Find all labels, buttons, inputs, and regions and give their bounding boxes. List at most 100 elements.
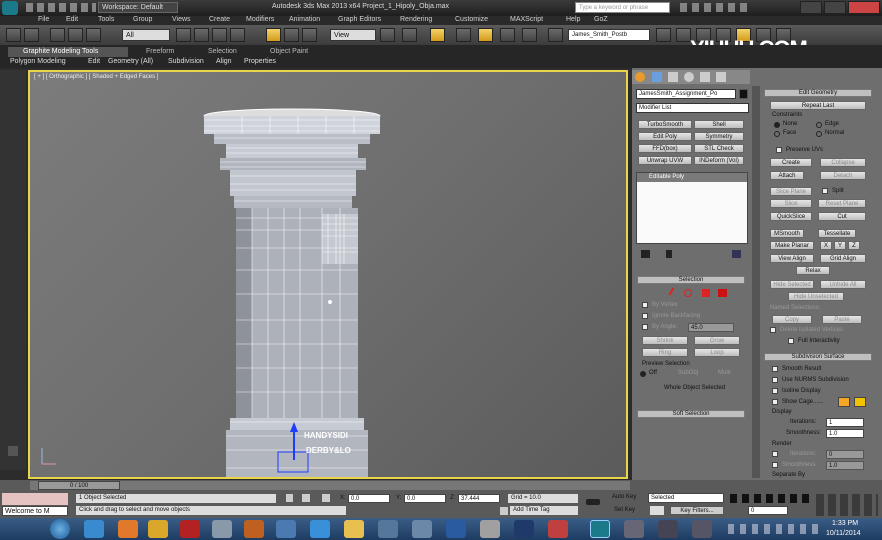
- taskbar-3dsmax-icon[interactable]: [590, 520, 610, 538]
- display-tab-icon[interactable]: [700, 72, 710, 82]
- subtab-edit[interactable]: Edit: [88, 58, 100, 65]
- angle-spinner[interactable]: 45.0: [688, 323, 734, 332]
- motion-tab-icon[interactable]: [684, 72, 694, 82]
- snaps-toggle-icon[interactable]: [456, 28, 471, 42]
- maximize-button[interactable]: [824, 1, 846, 14]
- selection-rollout-header[interactable]: Selection: [637, 276, 745, 284]
- selection-filter-dropdown[interactable]: All: [122, 29, 170, 41]
- taskbar-filezilla-icon[interactable]: [180, 520, 200, 538]
- tab-selection[interactable]: Selection: [208, 48, 237, 55]
- relax-button[interactable]: Relax: [796, 266, 830, 275]
- taskbar-app4-icon[interactable]: [446, 520, 466, 538]
- select-rotate-icon[interactable]: [284, 28, 299, 42]
- render-smoothness-checkbox[interactable]: [772, 462, 778, 468]
- taskbar-media-icon[interactable]: [244, 520, 264, 538]
- absolute-mode-icon[interactable]: [322, 494, 330, 502]
- quickslice-button[interactable]: QuickSlice: [770, 212, 812, 221]
- show-end-result-icon[interactable]: [666, 250, 672, 258]
- constraint-edge-radio[interactable]: [816, 122, 822, 128]
- select-move-icon[interactable]: [266, 28, 281, 42]
- select-scale-icon[interactable]: [302, 28, 317, 42]
- timeline-thumb[interactable]: 0 / 100: [38, 481, 120, 490]
- cage-color-swatch-2[interactable]: [854, 397, 866, 407]
- msmooth-button[interactable]: MSmooth: [770, 229, 804, 238]
- copy-button[interactable]: Copy: [772, 315, 812, 324]
- left-scroll-arrow-icon[interactable]: [8, 446, 18, 456]
- preview-off-radio[interactable]: [640, 371, 646, 377]
- hide-selected-button[interactable]: Hide Selected: [770, 280, 814, 289]
- close-button[interactable]: [848, 1, 880, 14]
- cut-button[interactable]: Cut: [818, 212, 866, 221]
- viewport-nav-controls[interactable]: [816, 494, 878, 516]
- maxscript-pink-field[interactable]: [2, 493, 68, 505]
- pin-stack-icon[interactable]: [641, 250, 650, 258]
- workspace-dropdown[interactable]: Workspace: Default: [98, 2, 178, 13]
- full-interactivity-checkbox[interactable]: [788, 338, 794, 344]
- z-button[interactable]: Z: [848, 241, 860, 250]
- menu-animation[interactable]: Animation: [289, 16, 320, 23]
- subtab-subdivision[interactable]: Subdivision: [168, 58, 204, 65]
- modifier-stl-check-button[interactable]: STL Check: [694, 144, 744, 153]
- preserve-uvs-checkbox[interactable]: [776, 147, 782, 153]
- slice-plane-button[interactable]: Slice Plane: [770, 187, 812, 196]
- modifier-xform-button[interactable]: INDeform (Vol): [694, 156, 744, 165]
- menu-modifiers[interactable]: Modifiers: [246, 16, 274, 23]
- collapse-button[interactable]: Collapse: [820, 158, 866, 167]
- link-icon[interactable]: [50, 28, 65, 42]
- taskbar-explorer-icon[interactable]: [344, 520, 364, 538]
- create-tab-icon[interactable]: [635, 72, 645, 82]
- lock-selection-icon[interactable]: [286, 494, 293, 502]
- taskbar-photoshop-icon[interactable]: [514, 520, 534, 538]
- app-logo-icon[interactable]: [2, 1, 18, 15]
- x-button[interactable]: X: [820, 241, 832, 250]
- border-mode-icon[interactable]: [684, 289, 692, 297]
- taskbar-app7-icon[interactable]: [624, 520, 644, 538]
- make-planar-button[interactable]: Make Planar: [770, 241, 814, 250]
- use-nurms-checkbox[interactable]: [772, 377, 778, 383]
- system-tray-icons[interactable]: [728, 524, 818, 534]
- menu-goz[interactable]: GoZ: [594, 16, 608, 23]
- detach-button[interactable]: Detach: [820, 171, 866, 180]
- menu-edit[interactable]: Edit: [66, 16, 78, 23]
- clock-time[interactable]: 1:33 PM: [832, 520, 858, 527]
- modifier-stack[interactable]: [636, 172, 748, 244]
- smooth-result-checkbox[interactable]: [772, 366, 778, 372]
- z-coord-field[interactable]: 37.444: [458, 494, 500, 503]
- shrink-button[interactable]: Shrink: [642, 336, 688, 345]
- preview-subobj-label[interactable]: SubObj: [678, 370, 698, 376]
- pivot-center-icon[interactable]: [380, 28, 395, 42]
- time-tag-icon[interactable]: [500, 507, 508, 515]
- current-frame-field[interactable]: 0: [748, 506, 788, 515]
- quick-access-icons[interactable]: [26, 3, 96, 12]
- angle-snap-icon[interactable]: [478, 28, 493, 42]
- loop-button[interactable]: Loop: [694, 348, 740, 357]
- render-smoothness-spinner[interactable]: 1.0: [826, 461, 864, 470]
- taskbar-app2-icon[interactable]: [378, 520, 398, 538]
- edit-named-selection-icon[interactable]: [548, 28, 563, 42]
- display-iterations-spinner[interactable]: 1: [826, 418, 864, 427]
- taskbar-app-icon[interactable]: [212, 520, 232, 538]
- manipulate-icon[interactable]: [402, 28, 417, 42]
- tab-freeform[interactable]: Freeform: [146, 48, 174, 55]
- taskbar-app5-icon[interactable]: [480, 520, 500, 538]
- menu-tools[interactable]: Tools: [98, 16, 114, 23]
- display-smoothness-spinner[interactable]: 1.0: [826, 429, 864, 438]
- perspective-viewport[interactable]: [ + ] [ Orthographic ] [ Shaded + Edged …: [28, 70, 628, 479]
- modifier-list-dropdown[interactable]: Modifier List: [636, 103, 749, 113]
- key-selection-dropdown[interactable]: Selected: [648, 493, 724, 503]
- cage-color-swatch-1[interactable]: [838, 397, 850, 407]
- delete-isolated-checkbox[interactable]: [770, 327, 776, 333]
- clock-date[interactable]: 10/11/2014: [826, 530, 861, 537]
- menu-rendering[interactable]: Rendering: [400, 16, 432, 23]
- element-mode-icon[interactable]: [718, 289, 727, 297]
- split-checkbox[interactable]: [822, 188, 828, 194]
- tab-graphite-modeling-tools[interactable]: Graphite Modeling Tools: [8, 47, 128, 57]
- modify-tab-icon[interactable]: [652, 72, 662, 82]
- key-icon[interactable]: [586, 499, 600, 505]
- search-input[interactable]: Type a keyword or phrase: [575, 2, 670, 13]
- keyboard-shortcut-icon[interactable]: [430, 28, 445, 42]
- postbox-model[interactable]: [30, 72, 628, 479]
- object-color-swatch[interactable]: [739, 89, 748, 99]
- modifier-edit-poly-button[interactable]: Edit Poly: [638, 132, 692, 141]
- menu-group[interactable]: Group: [133, 16, 152, 23]
